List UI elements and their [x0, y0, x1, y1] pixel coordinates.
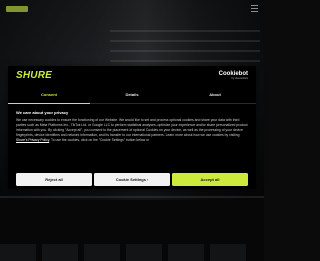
cookie-consent-dialog: SHURE Cookiebot by Usercentrics Consent …: [8, 66, 256, 189]
tab-details-label: Details: [125, 92, 139, 97]
tab-consent-label: Consent: [41, 92, 57, 97]
reject-all-button[interactable]: Reject all: [16, 173, 92, 186]
cookie-settings-label: Cookie Settings: [115, 177, 146, 182]
cookiebot-logo: Cookiebot by Usercentrics: [219, 71, 248, 80]
cookiebot-byline: by Usercentrics: [231, 77, 248, 80]
shure-logo: SHURE: [16, 70, 53, 81]
dialog-header: SHURE Cookiebot by Usercentrics: [8, 66, 256, 85]
active-tab-indicator: [8, 103, 90, 104]
cookie-settings-button[interactable]: Cookie Settings ›: [94, 173, 170, 186]
consent-text-after: . To use the cookies, click on the "Cook…: [49, 138, 150, 142]
privacy-policy-link[interactable]: Shure's Privacy Policy: [16, 138, 49, 142]
consent-text: We use necessary cookies to ensure the f…: [16, 118, 248, 143]
consent-title: We care about your privacy: [16, 110, 69, 115]
tab-about-label: About: [209, 92, 221, 97]
consent-body: We care about your privacy We use necess…: [16, 110, 248, 143]
tab-consent[interactable]: Consent: [8, 91, 90, 104]
accept-all-button[interactable]: Accept all: [172, 173, 248, 186]
tab-details[interactable]: Details: [91, 91, 173, 103]
consent-text-main: We use necessary cookies to ensure the f…: [16, 118, 248, 137]
consent-buttons: Reject all Cookie Settings › Accept all: [16, 173, 248, 186]
consent-tabs: Consent Details About: [8, 91, 256, 104]
tab-about[interactable]: About: [174, 91, 256, 103]
chevron-right-icon: ›: [147, 178, 149, 182]
